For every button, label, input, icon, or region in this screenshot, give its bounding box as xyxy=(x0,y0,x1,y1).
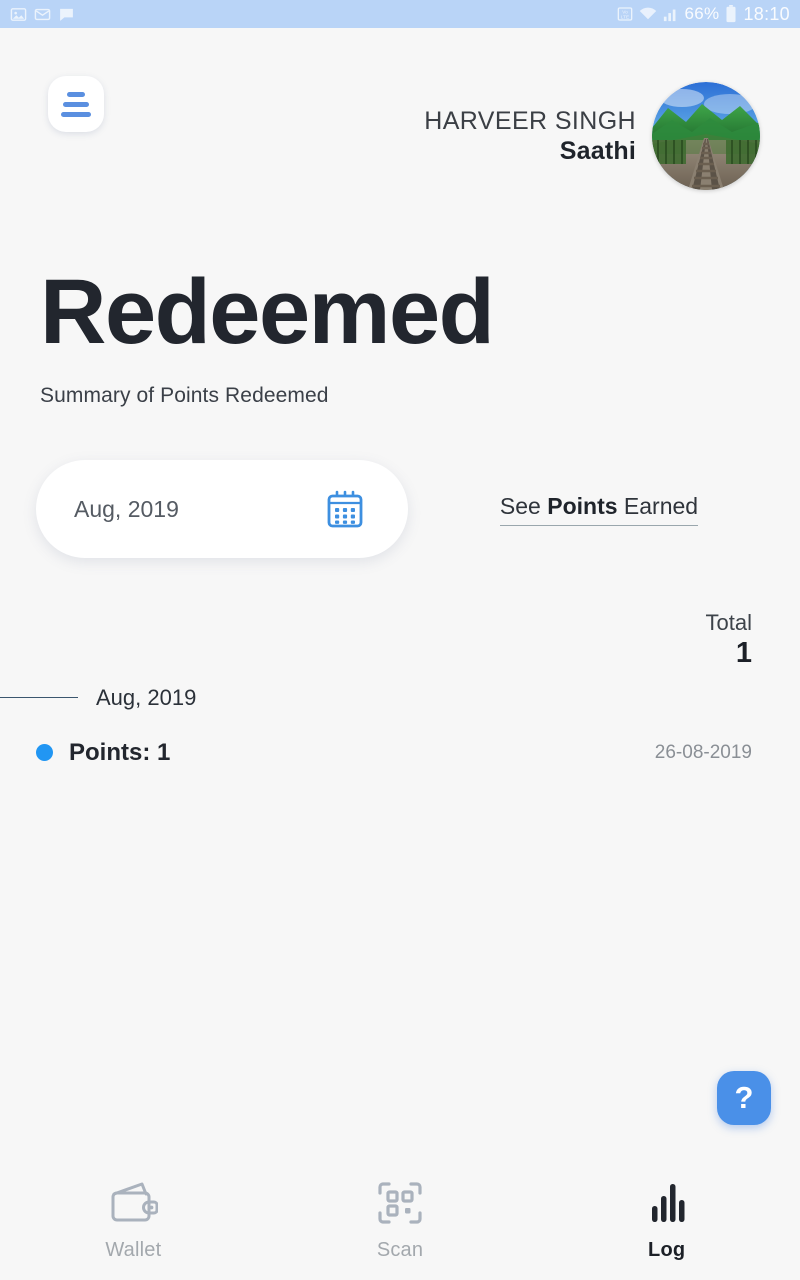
battery-percent-label: 66% xyxy=(684,4,720,23)
wallet-icon xyxy=(108,1180,159,1226)
volte-icon: Vo LTE xyxy=(617,6,633,22)
status-bar: Vo LTE 66% 18:10 xyxy=(0,0,800,28)
image-icon xyxy=(10,6,27,23)
signal-bars-icon xyxy=(663,6,679,22)
user-identity: HARVEER SINGH Saathi xyxy=(424,106,636,167)
total-label: Total xyxy=(705,610,752,635)
month-group-label: Aug, 2019 xyxy=(96,684,197,710)
page-header: Redeemed Summary of Points Redeemed xyxy=(0,188,800,408)
month-group-header: Aug, 2019 xyxy=(0,685,800,711)
wifi-icon xyxy=(639,6,657,22)
chat-icon xyxy=(58,6,75,23)
user-header-block[interactable]: HARVEER SINGH Saathi xyxy=(424,82,760,190)
month-picker-value: Aug, 2019 xyxy=(74,495,179,522)
question-mark-icon: ? xyxy=(734,1080,754,1115)
entry-date-label: 26-08-2019 xyxy=(654,741,752,763)
avatar[interactable] xyxy=(652,82,760,190)
clock-label: 18:10 xyxy=(743,3,790,24)
user-name-label: HARVEER SINGH xyxy=(424,106,636,135)
bar-chart-icon xyxy=(643,1180,691,1226)
svg-text:LTE: LTE xyxy=(620,15,628,20)
total-value: 1 xyxy=(735,637,752,670)
battery-icon xyxy=(725,5,737,23)
nav-item-scan[interactable]: Scan xyxy=(267,1180,534,1262)
total-block: Total 1 xyxy=(0,610,800,671)
email-icon xyxy=(34,6,51,23)
hamburger-menu-icon-line3 xyxy=(61,111,91,117)
page-title: Redeemed xyxy=(40,261,495,363)
svg-text:Vo: Vo xyxy=(622,9,628,14)
hamburger-menu-button[interactable] xyxy=(48,76,104,132)
see-points-earned-bold: Points xyxy=(547,492,618,519)
nav-label-wallet: Wallet xyxy=(105,1239,162,1261)
status-bar-left-icons xyxy=(10,6,75,23)
see-points-earned-prefix: See xyxy=(499,492,548,519)
hamburger-menu-icon-line2 xyxy=(63,101,89,107)
user-role-label: Saathi xyxy=(559,137,636,165)
group-divider xyxy=(0,696,78,699)
page-subtitle: Summary of Points Redeemed xyxy=(40,384,329,407)
list-item[interactable]: Points: 1 26-08-2019 xyxy=(0,739,800,767)
month-picker[interactable]: Aug, 2019 xyxy=(36,460,408,558)
calendar-icon[interactable] xyxy=(324,488,366,530)
see-points-earned-wrap: See Points Earned xyxy=(408,493,760,526)
hamburger-menu-icon xyxy=(67,91,85,97)
help-button[interactable]: ? xyxy=(717,1071,771,1125)
status-bar-right-icons: Vo LTE 66% 18:10 xyxy=(617,4,790,25)
filter-row: Aug, 2019 See Points Earned xyxy=(0,460,800,558)
nav-item-wallet[interactable]: Wallet xyxy=(0,1180,267,1262)
nav-label-scan: Scan xyxy=(376,1239,424,1261)
see-points-earned-suffix: Earned xyxy=(617,492,699,519)
qr-scan-icon xyxy=(376,1180,424,1226)
bottom-navigation: Wallet Scan Log xyxy=(0,1162,800,1280)
nav-item-log[interactable]: Log xyxy=(533,1180,800,1262)
app-header: HARVEER SINGH Saathi xyxy=(0,28,800,190)
nav-label-log: Log xyxy=(648,1239,686,1261)
entry-points-label: Points: 1 xyxy=(69,738,171,766)
bullet-dot-icon xyxy=(36,744,53,762)
see-points-earned-link[interactable]: See Points Earned xyxy=(499,492,699,526)
